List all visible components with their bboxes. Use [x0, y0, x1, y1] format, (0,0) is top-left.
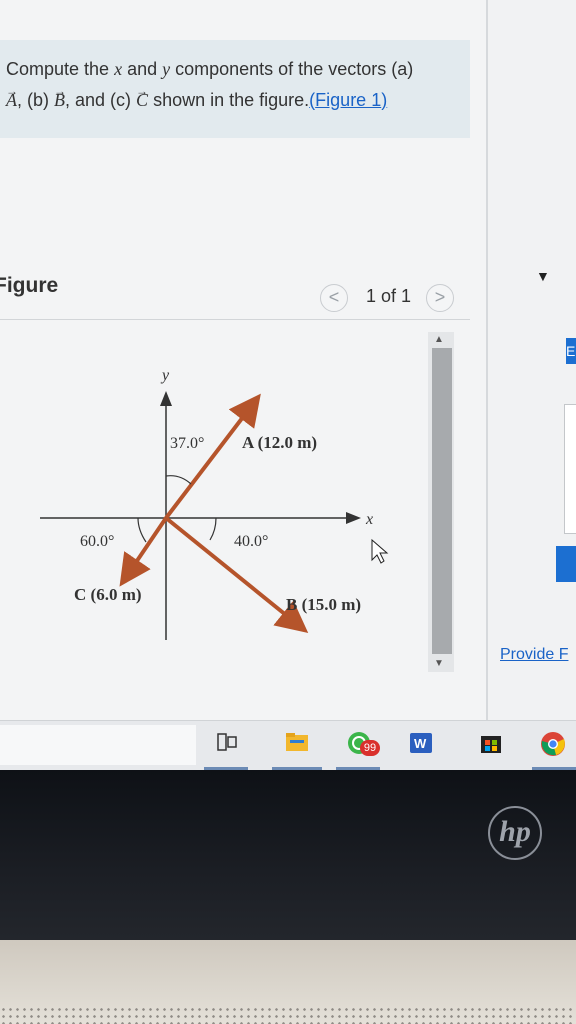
answer-button-label: E: [566, 343, 576, 359]
figure-header: Figure < 1 of 1 >: [0, 262, 470, 320]
previous-figure-button[interactable]: <: [320, 284, 348, 312]
figure-scrollbar-thumb[interactable]: [432, 348, 452, 654]
file-explorer-icon[interactable]: [282, 731, 312, 759]
angle-arc-a: [165, 475, 192, 485]
vector-b-label: B (15.0 m): [286, 595, 361, 614]
answer-panel: ▼ E Provide F: [488, 0, 576, 720]
word-icon[interactable]: W: [406, 731, 436, 759]
speaker-grille: [0, 1006, 576, 1024]
task-view-icon[interactable]: [212, 731, 242, 759]
var-x: x: [114, 59, 123, 79]
monitor-bezel: [0, 770, 576, 940]
figure-pager-text: 1 of 1: [366, 286, 412, 306]
vector-a-symbol: A: [6, 90, 17, 110]
answer-button[interactable]: E: [566, 338, 576, 364]
vector-a: [164, 393, 261, 520]
problem-panel: Compute the x and y components of the ve…: [0, 0, 488, 720]
vector-b-symbol: B: [54, 90, 65, 110]
chevron-right-icon: >: [434, 287, 446, 307]
angle-label-c: 60.0°: [80, 533, 114, 550]
vector-c-label: C (6.0 m): [74, 585, 142, 604]
taskbar-search-box[interactable]: [0, 725, 196, 765]
problem-text: components of the vectors (a): [170, 59, 414, 79]
problem-text: shown in the figure.: [148, 90, 310, 110]
scroll-down-icon[interactable]: ▼: [434, 658, 444, 669]
angle-arc-b: [209, 517, 217, 541]
figure-title: Figure: [0, 274, 59, 297]
vector-c-symbol: C: [136, 90, 148, 110]
caret-down-icon[interactable]: ▼: [536, 268, 550, 284]
problem-text: , (b): [17, 90, 55, 110]
figure-link-label: Figure 1: [315, 90, 382, 110]
problem-text: , and (c): [65, 90, 137, 110]
taskbar: W: [0, 720, 576, 770]
angle-label-b: 40.0°: [234, 533, 268, 550]
submit-button[interactable]: [556, 546, 576, 582]
hp-logo: hp: [488, 806, 542, 860]
y-axis-label: y: [160, 367, 170, 384]
var-y: y: [162, 59, 171, 79]
chrome-icon[interactable]: [538, 731, 568, 759]
vector-a-label: A (12.0 m): [242, 433, 317, 452]
problem-statement: Compute the x and y components of the ve…: [0, 40, 470, 138]
vector-diagram: x y 37.0° 40.0° 60.0° A (12.0 m) B (15.0…: [40, 367, 389, 640]
angle-arc-c: [137, 517, 147, 543]
mouse-cursor-icon: [371, 538, 389, 564]
chevron-left-icon: <: [328, 287, 340, 307]
angle-label-a: 37.0°: [170, 435, 204, 452]
screen: Compute the x and y components of the ve…: [0, 0, 576, 770]
provide-feedback-link[interactable]: Provide F: [500, 646, 568, 664]
laptop-keyboard-deck: [0, 940, 576, 1024]
answer-input[interactable]: [564, 404, 576, 534]
word-icon-letter: W: [414, 736, 427, 751]
figure-link[interactable]: (Figure 1): [309, 90, 387, 110]
whatsapp-badge: 99: [360, 740, 380, 756]
next-figure-button[interactable]: >: [426, 284, 454, 312]
microsoft-store-icon[interactable]: [476, 731, 506, 759]
figure-link-close: ): [381, 90, 388, 110]
scroll-up-icon[interactable]: ▲: [434, 334, 444, 345]
x-axis-label: x: [365, 511, 373, 528]
vector-c: [119, 516, 168, 587]
